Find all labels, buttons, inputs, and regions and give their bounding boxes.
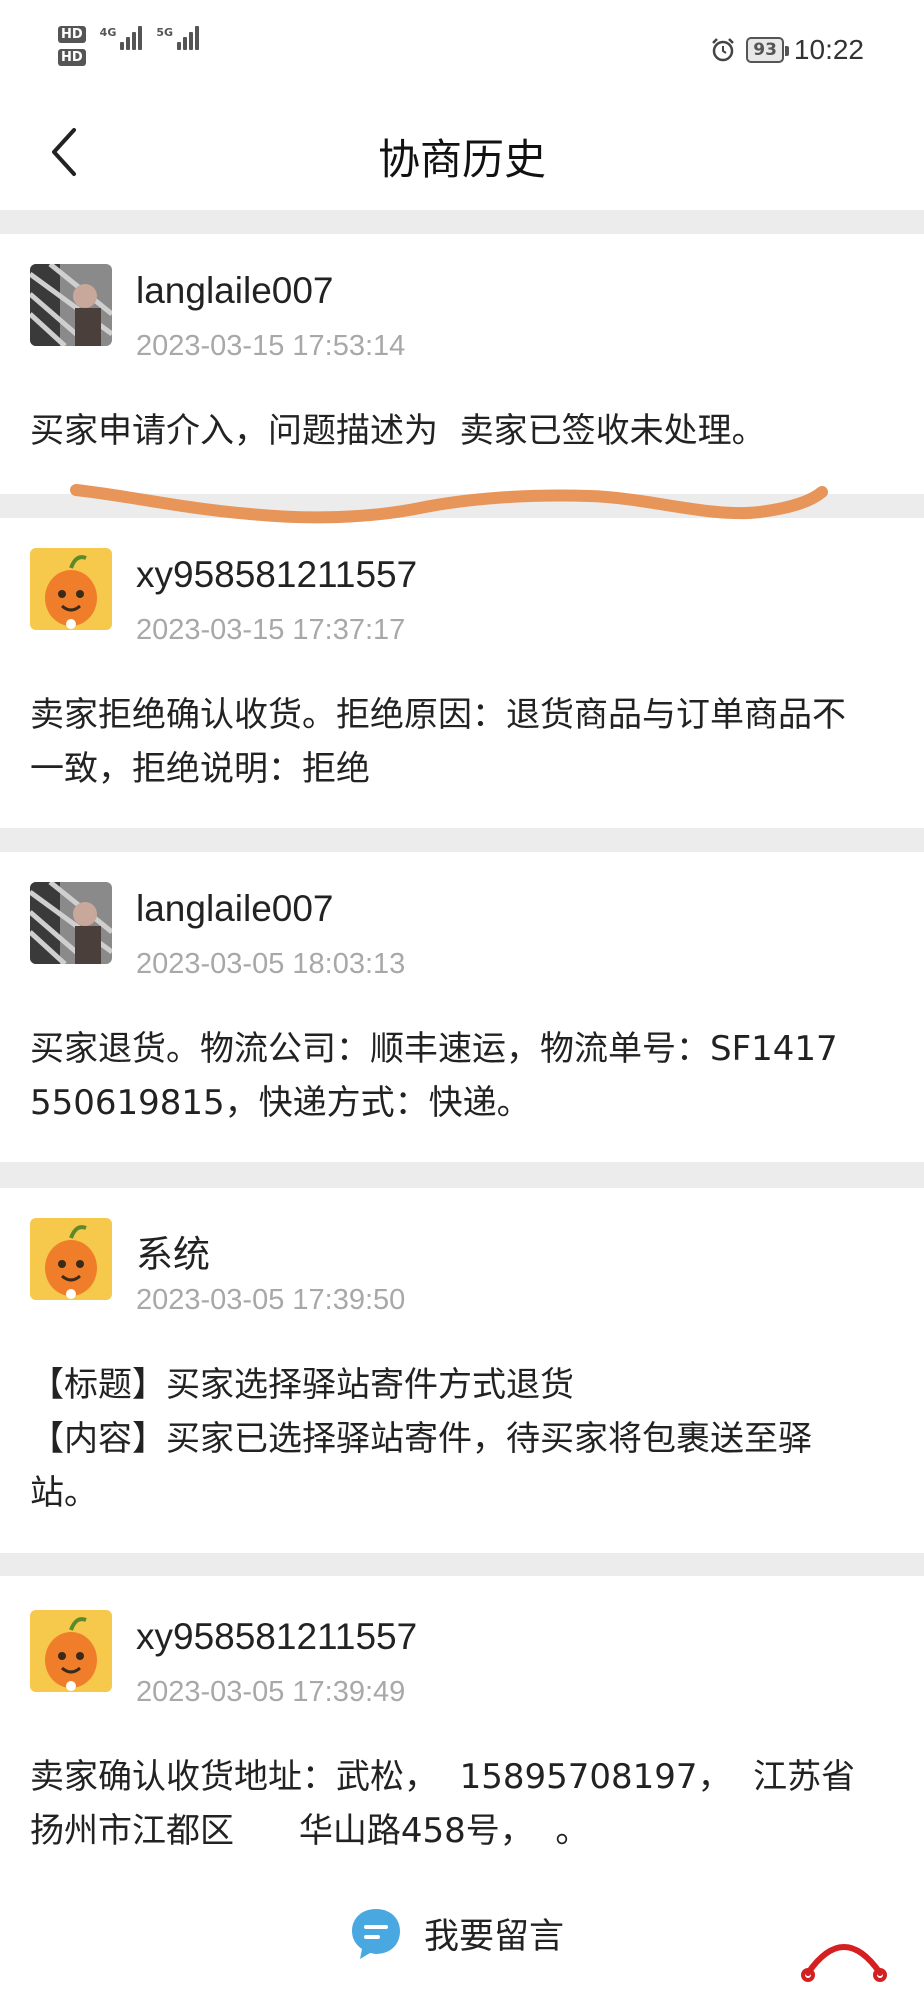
clock: 10:22: [793, 34, 864, 65]
hd-badge-1: HD: [58, 26, 86, 43]
mascot-avatar: [30, 1218, 112, 1300]
battery-indicator: 93: [746, 37, 789, 63]
photo-avatar: [30, 264, 112, 346]
username: langlaile007: [136, 270, 334, 311]
watermark-logo-icon: [801, 1944, 887, 1982]
bottom-bar: 我要留言: [0, 1885, 924, 2000]
history-entry: xy958581211557 2023-03-15 17:37:17 卖家拒绝确…: [0, 518, 924, 828]
leave-message-button[interactable]: 我要留言: [348, 1905, 564, 1961]
history-entry: xy958581211557 2023-03-05 17:39:49 卖家确认收…: [0, 1576, 924, 1885]
entry-message: 买家退货。物流公司：顺丰速运，物流单号：SF1417 550619815，快递方…: [30, 1029, 838, 1123]
timestamp: 2023-03-15 17:37:17: [136, 614, 406, 646]
leave-message-label: 我要留言: [424, 1916, 565, 1957]
entry-message: 卖家拒绝确认收货。拒绝原因：退货商品与订单商品不 一致，拒绝说明：拒绝: [30, 695, 846, 789]
chat-bubble-icon: [352, 1909, 400, 1959]
history-entry: langlaile007 2023-03-15 17:53:14 买家申请介入，…: [0, 234, 924, 494]
username: xy958581211557: [136, 554, 418, 595]
history-entry: 系统 2023-03-05 17:39:50 【标题】买家选择驿站寄件方式退货 …: [0, 1188, 924, 1553]
signal-4g-icon: 4G: [100, 26, 143, 50]
timestamp: 2023-03-15 17:53:14: [136, 330, 406, 362]
mascot-avatar: [30, 548, 112, 630]
timestamp: 2023-03-05 17:39:50: [136, 1284, 406, 1316]
mascot-avatar: [30, 1610, 112, 1692]
network-indicators: HD HD 4G 5G: [58, 26, 200, 66]
username: langlaile007: [136, 888, 334, 929]
entry-message: 【标题】买家选择驿站寄件方式退货 【内容】买家已选择驿站寄件，待买家将包裹送至驿…: [30, 1365, 812, 1513]
username: 系统: [136, 1234, 210, 1275]
entry-message: 买家申请介入，问题描述为 卖家已签收未处理。: [30, 411, 766, 451]
timestamp: 2023-03-05 18:03:13: [136, 948, 406, 980]
page-title: 协商历史: [377, 135, 546, 184]
hd-badge-2: HD: [58, 49, 86, 66]
status-bar: HD HD 4G 5G 93 10:22: [0, 0, 924, 100]
signal-5g-icon: 5G: [156, 26, 200, 50]
history-entry: langlaile007 2023-03-05 18:03:13 买家退货。物流…: [0, 852, 924, 1162]
timestamp: 2023-03-05 17:39:49: [136, 1676, 406, 1708]
photo-avatar: [30, 882, 112, 964]
entry-message: 卖家确认收货地址：武松， 15895708197， 江苏省 扬州市江都区 华山路…: [30, 1757, 856, 1851]
alarm-clock-icon: [712, 38, 735, 62]
username: xy958581211557: [136, 1616, 418, 1657]
app-header: 协商历史: [0, 100, 924, 210]
